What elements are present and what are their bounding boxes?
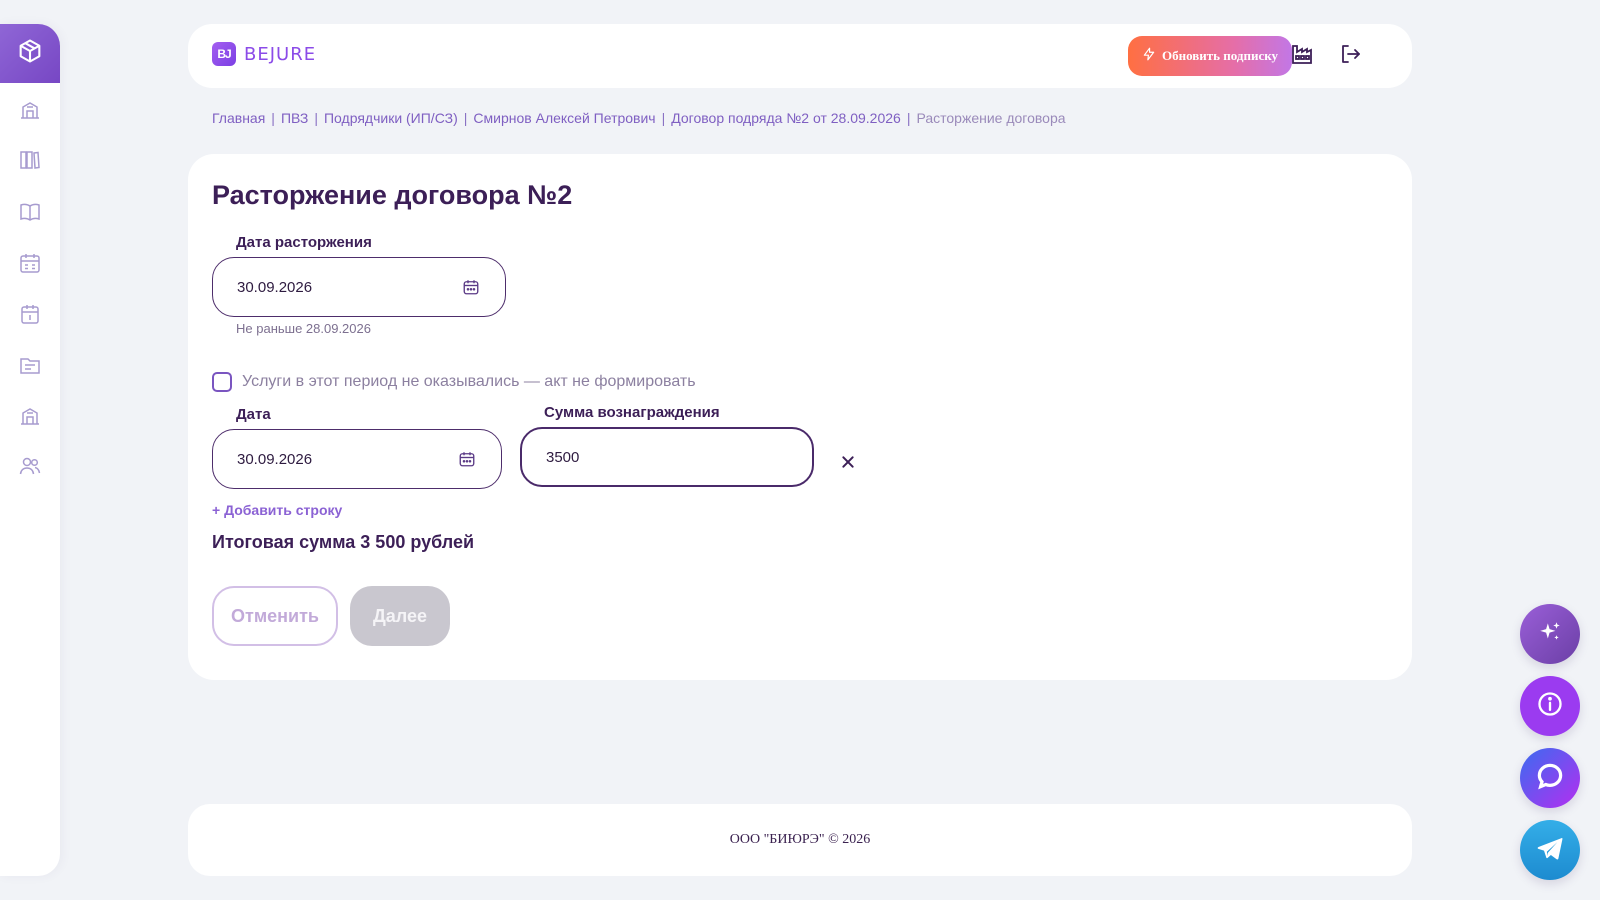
calendar-grid-icon xyxy=(18,251,42,280)
sidebar-item-schedule[interactable] xyxy=(14,249,46,281)
sidebar xyxy=(0,24,60,876)
brand-mark: BJ xyxy=(212,42,236,66)
ai-assistant-button[interactable] xyxy=(1520,604,1580,664)
reward-amount-label: Сумма вознаграждения xyxy=(544,404,720,421)
termination-form-card: Расторжение договора №2 Дата расторжения… xyxy=(188,154,1412,680)
logout-icon xyxy=(1338,42,1362,71)
page-title: Расторжение договора №2 xyxy=(212,180,573,210)
reward-amount-value: 3500 xyxy=(546,448,580,466)
sidebar-item-pvz[interactable] xyxy=(14,96,46,128)
factory-icon xyxy=(1290,42,1314,71)
add-row-button[interactable]: + Добавить строку xyxy=(212,502,342,518)
row-date-value: 30.09.2026 xyxy=(237,450,313,468)
termination-date-label: Дата расторжения xyxy=(236,234,372,251)
calendar-icon[interactable] xyxy=(461,277,481,297)
footer-copyright: ООО "БИЮРЭ" © 2026 xyxy=(729,832,871,847)
sidebar-item-library[interactable] xyxy=(14,146,46,178)
breadcrumb-contractors[interactable]: Подрядчики (ИП/СЗ) xyxy=(324,110,458,126)
upgrade-subscription-label: Обновить подписку xyxy=(1161,48,1279,63)
users-icon xyxy=(18,454,42,483)
organization-button[interactable] xyxy=(1288,42,1316,70)
sparkles-icon xyxy=(1537,619,1563,650)
info-button[interactable] xyxy=(1520,676,1580,736)
no-services-label: Услуги в этот период не оказывались — ак… xyxy=(242,373,696,390)
upgrade-subscription-button[interactable]: Обновить подписку xyxy=(1128,36,1292,76)
logout-button[interactable] xyxy=(1336,42,1364,70)
breadcrumb: Главная | ПВЗ | Подрядчики (ИП/СЗ) | Смирнов А… xyxy=(212,110,1066,126)
reward-amount-field[interactable]: 3500 xyxy=(520,427,814,487)
building-icon xyxy=(18,404,42,433)
lightning-icon xyxy=(1142,47,1156,65)
no-services-checkbox-row[interactable]: Услуги в этот период не оказывались — ак… xyxy=(212,372,696,392)
no-services-checkbox[interactable] xyxy=(212,372,232,392)
sidebar-item-calendar[interactable] xyxy=(14,300,46,332)
remove-row-button[interactable] xyxy=(836,452,860,476)
building-icon xyxy=(18,98,42,127)
termination-date-value: 30.09.2026 xyxy=(237,278,313,296)
breadcrumb-contract[interactable]: Договор подряда №2 от 28.09.2026 xyxy=(671,110,901,126)
folder-icon xyxy=(18,353,42,382)
info-icon xyxy=(1536,690,1564,723)
chat-icon xyxy=(1535,761,1565,796)
cancel-button[interactable]: Отменить xyxy=(212,586,338,646)
telegram-icon xyxy=(1535,833,1565,868)
calendar-icon xyxy=(18,302,42,331)
sidebar-item-objects[interactable] xyxy=(14,402,46,434)
book-open-icon xyxy=(18,200,42,229)
sidebar-item-docs[interactable] xyxy=(14,198,46,230)
row-date-field[interactable]: 30.09.2026 xyxy=(212,429,502,489)
sidebar-item-home[interactable] xyxy=(0,24,60,83)
breadcrumb-contractor[interactable]: Смирнов Алексей Петрович xyxy=(473,110,655,126)
close-icon xyxy=(840,454,856,475)
sidebar-item-files[interactable] xyxy=(14,351,46,383)
row-date-label: Дата xyxy=(236,406,271,423)
breadcrumb-current: Расторжение договора xyxy=(916,110,1066,126)
breadcrumb-home[interactable]: Главная xyxy=(212,110,265,126)
brand-name: BEJURE xyxy=(244,43,317,65)
telegram-button[interactable] xyxy=(1520,820,1580,880)
box-icon xyxy=(16,37,44,70)
total-amount: Итоговая сумма 3 500 рублей xyxy=(212,532,475,552)
breadcrumb-pvz[interactable]: ПВЗ xyxy=(281,110,308,126)
sidebar-item-users[interactable] xyxy=(14,452,46,484)
footer: ООО "БИЮРЭ" © 2026 xyxy=(188,804,1412,876)
termination-date-field[interactable]: 30.09.2026 xyxy=(212,257,506,317)
next-button[interactable]: Далее xyxy=(350,586,450,646)
termination-date-hint: Не раньше 28.09.2026 xyxy=(236,321,371,336)
top-header: BJ BEJURE Обновить подписку xyxy=(188,24,1412,88)
chat-button[interactable] xyxy=(1520,748,1580,808)
calendar-icon[interactable] xyxy=(457,449,477,469)
books-icon xyxy=(18,148,42,177)
brand-logo[interactable]: BJ BEJURE xyxy=(212,42,316,66)
